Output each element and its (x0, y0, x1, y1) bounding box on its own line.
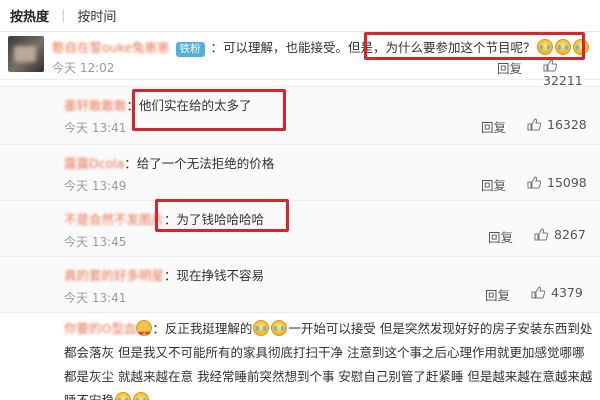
avatar[interactable] (8, 36, 44, 72)
reply-text: ：给了一个无法拒绝的价格 (124, 156, 275, 171)
comment-text-highlight: 为什么要参加这个节目呢？ (385, 40, 536, 55)
comment-text: ：可以理解，也能接受。但是， (210, 40, 386, 55)
like-button[interactable]: 15098 (527, 175, 587, 190)
like-count: 16328 (547, 117, 587, 132)
like-count: 4379 (551, 285, 583, 300)
reply-item: 真的套的好多明星：现在挣钱不容易 今天 13:41 回复 4379 (0, 256, 600, 314)
thumb-up-icon (531, 286, 545, 299)
reply-button[interactable]: 回复 (488, 227, 513, 246)
reply-button[interactable]: 回复 (481, 175, 506, 194)
sort-by-hot-tab[interactable]: 按热度 (10, 6, 49, 25)
tears-of-joy-emoji-icon (133, 392, 150, 400)
reply-button[interactable]: 回复 (485, 285, 510, 304)
reply-button[interactable]: 回复 (481, 117, 506, 136)
sort-bar: 按热度 | 按时间 (0, 0, 600, 32)
sort-separator: | (61, 8, 66, 23)
reply-text: ：反正我挺理解的 (152, 321, 253, 336)
reply-text-block: 你要的O型血：反正我挺理解的一开始可以接受 但是突然发现好好的房子安装东西到处都… (64, 317, 594, 400)
like-button[interactable]: 4379 (531, 285, 583, 300)
tears-of-joy-emoji-icon (572, 39, 589, 55)
tears-of-joy-emoji-icon (271, 320, 288, 336)
like-button[interactable]: 16328 (527, 117, 587, 132)
main-comment: 憨自在誓ouke兔崽崽 铁粉 ：可以理解，也能接受。但是，为什么要参加这个节目呢… (0, 32, 600, 88)
reply-item: 墨轩敢敢敢：他们实在给的太多了 今天 13:41 回复 16328 (0, 86, 600, 144)
like-button[interactable]: 32211 (543, 58, 600, 88)
reply-button[interactable]: 回复 (497, 58, 522, 77)
username[interactable]: 真的套的好多明星 (64, 268, 164, 283)
reply-time: 今天 13:41 (64, 291, 127, 305)
like-count: 15098 (547, 175, 587, 190)
reply-time: 今天 13:41 (64, 121, 127, 135)
like-count: 8267 (554, 227, 586, 242)
username[interactable]: 不是会然不发图片 (64, 212, 164, 227)
tears-of-joy-emoji-icon (253, 320, 270, 336)
thumb-up-icon (534, 228, 548, 241)
reply-text: ：为了钱哈哈哈哈 (164, 212, 265, 227)
username[interactable]: 墨轩敢敢敢 (64, 98, 127, 113)
like-button[interactable]: 8267 (534, 227, 586, 242)
username[interactable]: 憨自在誓ouke兔崽崽 (52, 40, 170, 55)
reply-text: ：现在挣钱不容易 (164, 268, 265, 283)
sort-by-time-tab[interactable]: 按时间 (77, 6, 116, 25)
tears-of-joy-emoji-icon (115, 392, 132, 400)
username[interactable]: 露露Dcola (64, 156, 124, 171)
reply-text: ：他们实在给的太多了 (126, 98, 252, 113)
heart-eyes-emoji-icon (136, 320, 153, 346)
thumb-up-icon (543, 59, 557, 72)
reply-item: 露露Dcola：给了一个无法拒绝的价格 今天 13:49 回复 15098 (0, 144, 600, 202)
fan-badge: 铁粉 (175, 42, 205, 57)
comment-line: 憨自在誓ouke兔崽崽 铁粉 ：可以理解，也能接受。但是，为什么要参加这个节目呢… (52, 37, 590, 57)
reply-time: 今天 13:45 (64, 235, 127, 249)
reply-time: 今天 13:49 (64, 179, 127, 193)
thumb-up-icon (527, 176, 541, 189)
reply-item: 不是会然不发图片：为了钱哈哈哈哈 今天 13:45 回复 8267 (0, 200, 600, 258)
tears-of-joy-emoji-icon (554, 39, 571, 55)
username[interactable]: 你要的O型血 (64, 321, 136, 336)
comment-time: 今天 12:02 (52, 61, 115, 75)
thumb-up-icon (527, 118, 541, 131)
reply-item: 你要的O型血：反正我挺理解的一开始可以接受 但是突然发现好好的房子安装东西到处都… (0, 312, 600, 400)
tears-of-joy-emoji-icon (536, 39, 553, 55)
